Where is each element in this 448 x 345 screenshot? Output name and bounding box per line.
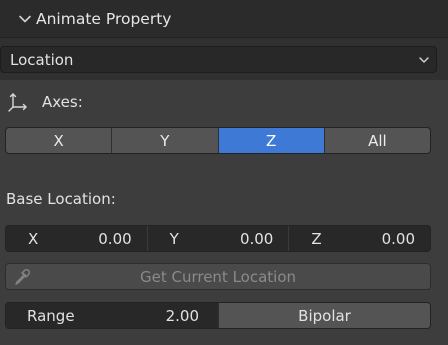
properties-panel: Axes: X Y Z All Base Location: X 0.00 Y … [0,80,448,345]
base-location-z-field[interactable]: Z 0.00 [288,226,430,251]
range-label: Range [27,306,75,325]
axis-option-x[interactable]: X [6,128,111,153]
axes-icon [8,93,27,112]
field-axis-label: Y [169,229,179,248]
axes-label: Axes: [42,93,83,111]
range-field[interactable]: Range 2.00 [6,303,218,328]
field-value: 0.00 [381,229,416,248]
base-location-x-field[interactable]: X 0.00 [6,226,147,251]
field-value: 0.00 [98,229,132,248]
axes-selector: X Y Z All [5,127,431,154]
panel-title: Animate Property [36,9,172,28]
base-location-y-field[interactable]: Y 0.00 [146,226,289,251]
get-current-location-button[interactable]: Get Current Location [5,263,431,290]
chevron-down-icon [419,56,429,63]
axis-option-y[interactable]: Y [111,128,217,153]
axis-option-all[interactable]: All [323,128,430,153]
field-value: 0.00 [239,229,274,248]
property-select[interactable]: Location [0,46,437,73]
range-value: 2.00 [165,306,199,325]
base-location-label: Base Location: [6,190,116,208]
panel-header[interactable]: Animate Property [0,0,448,38]
get-current-location-label: Get Current Location [139,267,297,286]
chevron-down-icon [19,15,31,22]
field-axis-label: X [28,229,39,248]
range-row: Range 2.00 Bipolar [5,302,431,329]
axes-row: Axes: [0,90,83,114]
axis-option-z[interactable]: Z [217,128,324,153]
property-select-value: Location [10,50,74,69]
eyedropper-icon [15,268,31,285]
bipolar-toggle[interactable]: Bipolar [218,303,430,328]
base-location-vector: X 0.00 Y 0.00 Z 0.00 [5,225,431,252]
field-axis-label: Z [311,229,322,248]
